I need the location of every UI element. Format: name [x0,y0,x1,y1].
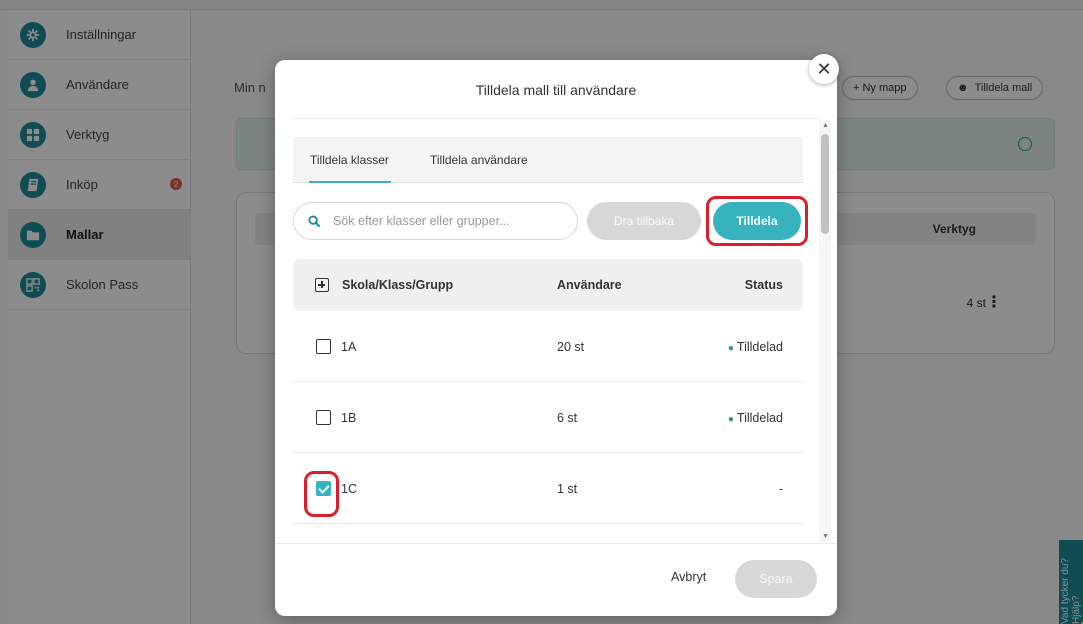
table-row: 1C 1 st - [293,453,803,524]
status-label: Tilldelad [736,411,783,425]
user-count: 1 st [557,482,578,496]
status-text: ● Tilldelad [728,340,783,354]
tab-assign-users[interactable]: Tilldela användare [430,153,528,167]
group-name: 1A [341,340,357,354]
assign-button[interactable]: Tilldela [713,202,801,240]
save-button[interactable]: Spara [735,560,817,598]
expand-all-icon[interactable] [315,278,329,292]
column-header-status: Status [744,278,783,292]
table-row: 1B 6 st ● Tilldelad [293,382,803,453]
user-count: 6 st [557,411,578,425]
scrollbar[interactable]: ▲ ▼ [819,120,831,542]
row-checkbox[interactable] [316,481,331,496]
assign-template-dialog: Tilldela mall till användare ✕ Tilldela … [275,54,839,616]
dialog-scroll-area[interactable]: Tilldela klasser Tilldela användare Dra … [293,119,837,543]
search-field[interactable] [293,202,578,240]
search-icon [308,214,321,227]
group-name: 1B [341,411,357,425]
table-row: 1A 20 st ● Tilldelad [293,311,803,382]
status-dot-icon: ● [727,343,734,354]
tab-bar: Tilldela klasser Tilldela användare [293,137,803,183]
cancel-button[interactable]: Avbryt [671,570,706,584]
row-checkbox[interactable] [316,410,331,425]
scroll-up-icon[interactable]: ▲ [822,122,829,129]
scrollbar-thumb[interactable] [821,134,829,234]
column-header-users: Användare [557,278,622,292]
close-button[interactable]: ✕ [809,54,839,84]
status-dot-icon: ● [727,414,734,425]
undo-button[interactable]: Dra tillbaka [587,202,701,240]
group-name: 1C [341,482,357,496]
status-label: - [778,482,783,496]
dialog-title: Tilldela mall till användare [475,82,637,98]
column-header-group: Skola/Klass/Grupp [342,278,454,292]
search-input[interactable] [333,214,553,228]
table-header: Skola/Klass/Grupp Användare Status [293,259,803,311]
row-checkbox[interactable] [316,339,331,354]
status-text: ● Tilldelad [728,411,783,425]
divider [275,543,837,544]
user-count: 20 st [557,340,585,354]
tab-assign-classes[interactable]: Tilldela klasser [309,153,391,183]
status-label: Tilldelad [736,340,783,354]
scroll-down-icon[interactable]: ▼ [822,533,829,540]
close-icon: ✕ [816,58,832,79]
